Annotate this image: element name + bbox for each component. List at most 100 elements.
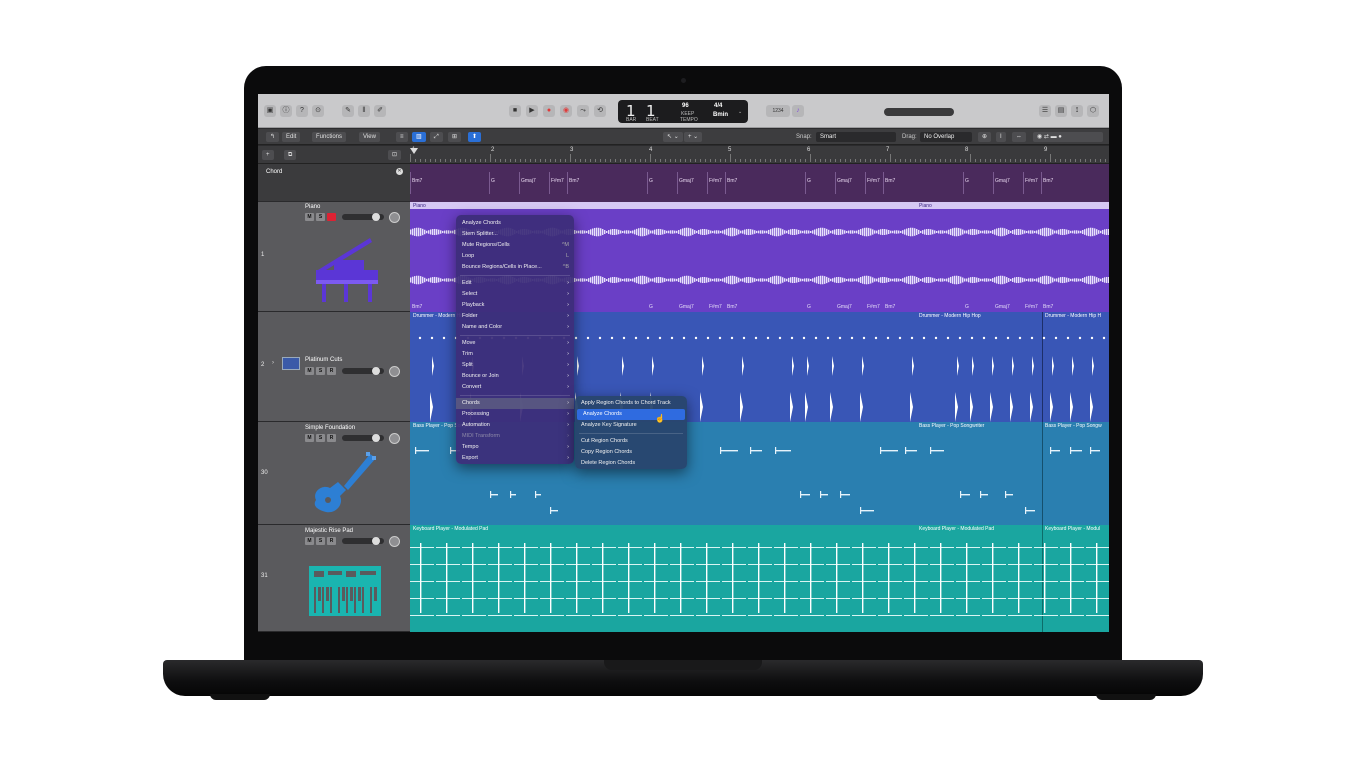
chord-label[interactable]: Gmaj7: [679, 178, 694, 184]
chord-label[interactable]: G: [807, 178, 811, 184]
chord-label[interactable]: Bm7: [885, 178, 895, 184]
solo-button[interactable]: S: [316, 213, 325, 221]
edit-menu[interactable]: Edit: [282, 132, 301, 142]
menu-item-edit[interactable]: Edit ›: [456, 278, 574, 289]
menu-item-playback[interactable]: Playback ›: [456, 300, 574, 311]
chord-label[interactable]: F#m7: [1025, 178, 1038, 184]
flex-view-icon[interactable]: ▥: [412, 132, 426, 142]
record-arm-button[interactable]: [327, 213, 336, 221]
menu-item-processing[interactable]: Processing ›: [456, 409, 574, 420]
submenu-item-copy-region-chords[interactable]: Copy Region Chords: [575, 447, 687, 458]
library-icon[interactable]: ▣: [264, 105, 276, 117]
keys-region-lane[interactable]: Keyboard Player - Modulated Pad Keyboard…: [410, 525, 1109, 632]
menu-item-trim[interactable]: Trim ›: [456, 349, 574, 360]
menu-item-analyze-chords[interactable]: Analyze Chords: [456, 218, 574, 229]
notes-icon[interactable]: ▤: [1055, 105, 1067, 117]
track-header-drummer[interactable]: Platinum Cuts M S R 2 ›: [258, 312, 410, 422]
lcd-chevron-icon[interactable]: ⌄: [738, 109, 742, 115]
mute-button[interactable]: M: [305, 213, 314, 221]
horizontal-fit-icon[interactable]: ⇔: [1012, 132, 1026, 142]
chord-label[interactable]: F#m7: [551, 178, 564, 184]
submenu-item-cut-region-chords[interactable]: Cut Region Chords: [575, 436, 687, 447]
solo-button[interactable]: S: [316, 537, 325, 545]
chord-settings-icon[interactable]: ✕: [396, 168, 403, 175]
menu-item-bounce-or-join[interactable]: Bounce or Join ›: [456, 371, 574, 382]
vertical-zoom-icon[interactable]: I: [996, 132, 1006, 142]
chord-label[interactable]: F#m7: [709, 178, 722, 184]
browser-icon[interactable]: ⬡: [1087, 105, 1099, 117]
track-header-keys[interactable]: Majestic Rise Pad M S R 31: [258, 525, 410, 632]
chord-label[interactable]: Bm7: [412, 178, 422, 184]
play-icon[interactable]: ▶: [526, 105, 538, 117]
volume-slider[interactable]: [342, 367, 384, 375]
view-menu[interactable]: View: [359, 132, 380, 142]
record-arm-button[interactable]: R: [327, 367, 336, 375]
lcd-display[interactable]: 1 1 BAR BEAT 96 KEEP TEMPO 4/4 Bmin ⌄: [618, 100, 748, 123]
loops-icon[interactable]: ⟟: [1071, 105, 1083, 117]
functions-menu[interactable]: Functions: [312, 132, 347, 142]
mute-button[interactable]: M: [305, 367, 314, 375]
chord-label[interactable]: G: [491, 178, 495, 184]
pan-knob[interactable]: [389, 366, 400, 377]
record-arm-button[interactable]: R: [327, 434, 336, 442]
menu-item-name-and-color[interactable]: Name and Color ›: [456, 322, 574, 333]
record-icon[interactable]: ●: [543, 105, 555, 117]
menu-item-move[interactable]: Move ›: [456, 338, 574, 349]
editors-icon[interactable]: ✎: [342, 105, 354, 117]
smart-controls-icon[interactable]: ⊙: [312, 105, 324, 117]
marquee-icon[interactable]: ⬆: [468, 132, 482, 142]
menu-item-bounce-in-place[interactable]: Bounce Regions/Cells in Place... ^B: [456, 262, 574, 273]
menu-item-automation[interactable]: Automation ›: [456, 420, 574, 431]
add-track-icon[interactable]: +: [262, 150, 274, 160]
global-tracks-icon[interactable]: ⊡: [388, 150, 402, 160]
submenu-item-analyze-key-signature[interactable]: Analyze Key Signature: [575, 420, 687, 431]
pan-knob[interactable]: [389, 536, 400, 547]
track-header-bass[interactable]: Simple Foundation M S R 30: [258, 422, 410, 525]
track-header-piano[interactable]: Piano M S 1: [258, 202, 410, 312]
duplicate-track-icon[interactable]: ⧉: [284, 150, 297, 160]
count-in-button[interactable]: 1234: [766, 105, 790, 117]
back-icon[interactable]: ↰: [266, 132, 280, 142]
zoom-slider[interactable]: ◉ ⇄ ▬ ●: [1033, 132, 1103, 142]
disclosure-icon[interactable]: ›: [272, 360, 274, 366]
chord-label[interactable]: G: [965, 178, 969, 184]
chord-label[interactable]: F#m7: [867, 178, 880, 184]
list-editors-icon[interactable]: ☰: [1039, 105, 1051, 117]
solo-button[interactable]: S: [316, 367, 325, 375]
pan-knob[interactable]: [389, 433, 400, 444]
menu-item-split[interactable]: Split ›: [456, 360, 574, 371]
automation-icon[interactable]: ⤢: [430, 132, 443, 142]
mute-button[interactable]: M: [305, 537, 314, 545]
catch-icon[interactable]: ⊞: [448, 132, 462, 142]
pencil-icon[interactable]: ✐: [374, 105, 386, 117]
volume-slider[interactable]: [342, 537, 384, 545]
plus-tool-icon[interactable]: + ⌄: [684, 132, 703, 142]
capture-record-icon[interactable]: ◉: [560, 105, 572, 117]
chord-label[interactable]: Bm7: [727, 178, 737, 184]
chord-label[interactable]: Gmaj7: [521, 178, 536, 184]
submenu-item-apply-region-chords[interactable]: Apply Region Chords to Chord Track: [575, 398, 687, 409]
menu-item-folder[interactable]: Folder ›: [456, 311, 574, 322]
submenu-item-analyze-chords[interactable]: Analyze Chords: [577, 409, 685, 420]
cycle-icon[interactable]: ⟲: [594, 105, 606, 117]
menu-item-mute-regions[interactable]: Mute Regions/Cells ^M: [456, 240, 574, 251]
chord-label[interactable]: Bm7: [569, 178, 579, 184]
volume-slider[interactable]: [342, 213, 384, 221]
menu-item-select[interactable]: Select ›: [456, 289, 574, 300]
solo-button[interactable]: S: [316, 434, 325, 442]
chord-track-lane[interactable]: Bm7 G Gmaj7 F#m7 Bm7 G Gmaj7 F#m7 Bm7 G Gmaj7 F#m7 B…: [410, 164, 1109, 202]
menu-item-convert[interactable]: Convert ›: [456, 382, 574, 393]
submenu-item-delete-region-chords[interactable]: Delete Region Chords: [575, 458, 687, 469]
waveform-zoom-icon[interactable]: ⊕: [978, 132, 992, 142]
drag-select[interactable]: No Overlap: [920, 132, 972, 142]
list-view-icon[interactable]: ≡: [396, 132, 408, 142]
volume-slider[interactable]: [342, 434, 384, 442]
bar-ruler[interactable]: 1 2 3 4 5 6 7 8 9: [410, 146, 1109, 164]
tuner-icon[interactable]: ♪: [792, 105, 804, 117]
mixer-icon[interactable]: ⫴: [358, 105, 370, 117]
chord-label[interactable]: Bm7: [1043, 178, 1053, 184]
pan-knob[interactable]: [389, 212, 400, 223]
menu-item-stem-splitter[interactable]: Stem Splitter...: [456, 229, 574, 240]
skip-icon[interactable]: ⤳: [577, 105, 589, 117]
help-icon[interactable]: ?: [296, 105, 308, 117]
